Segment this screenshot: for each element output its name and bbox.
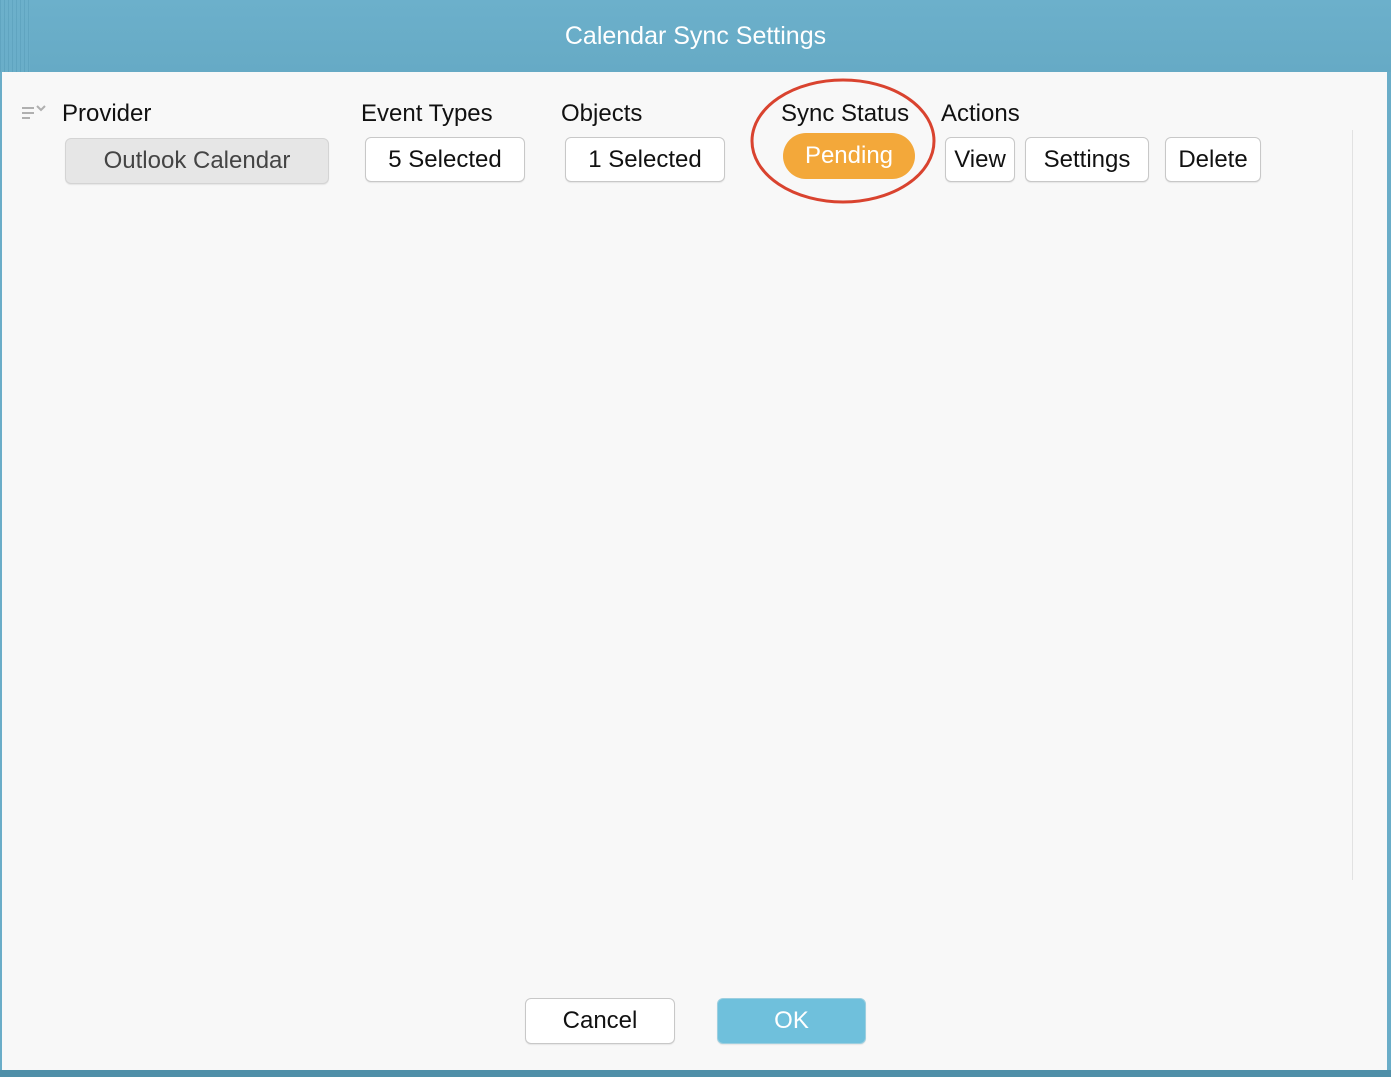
header-sync-status: Sync Status (781, 100, 910, 127)
view-button[interactable]: View (945, 137, 1015, 182)
settings-button[interactable]: Settings (1025, 137, 1149, 182)
column-menu-icon[interactable] (20, 103, 50, 123)
header-provider: Provider (62, 100, 152, 127)
title-bar: Calendar Sync Settings (0, 0, 1391, 72)
ok-button[interactable]: OK (717, 998, 866, 1044)
objects-button[interactable]: 1 Selected (565, 137, 725, 182)
cancel-button[interactable]: Cancel (525, 998, 675, 1044)
window-bottom-border (0, 1070, 1391, 1077)
header-objects: Objects (561, 100, 643, 127)
header-actions: Actions (941, 100, 1020, 127)
provider-button[interactable]: Outlook Calendar (65, 138, 329, 184)
header-event-types: Event Types (361, 100, 493, 127)
event-types-button[interactable]: 5 Selected (365, 137, 525, 182)
delete-button[interactable]: Delete (1165, 137, 1261, 182)
sync-status-badge: Pending (783, 133, 915, 179)
scroll-divider (1352, 130, 1353, 880)
title-bar-edge (0, 0, 30, 72)
dialog-content (2, 72, 1387, 1070)
window-title: Calendar Sync Settings (564, 21, 827, 50)
